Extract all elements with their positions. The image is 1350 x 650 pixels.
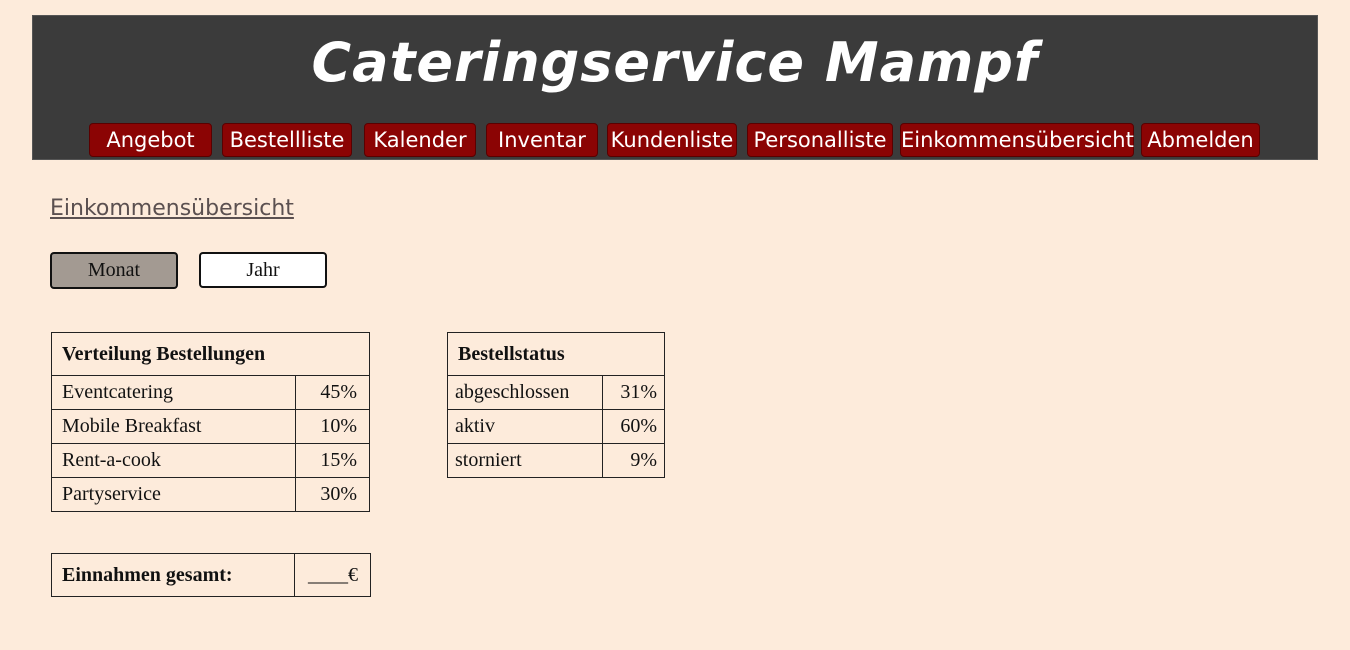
row-value: 10% bbox=[295, 409, 370, 444]
nav-einkommensuebersicht[interactable]: Einkommensübersicht bbox=[900, 123, 1134, 157]
nav-personalliste[interactable]: Personalliste bbox=[747, 123, 893, 157]
row-label: aktiv bbox=[447, 409, 603, 444]
site-header: Cateringservice Mampf Angebot Bestelllis… bbox=[32, 15, 1318, 160]
table-title: Bestellstatus bbox=[447, 332, 665, 376]
nav-bestellliste[interactable]: Bestellliste bbox=[222, 123, 352, 157]
table-row: Eventcatering 45% bbox=[51, 375, 370, 410]
total-income-value: ____€ bbox=[294, 553, 371, 597]
row-value: 30% bbox=[295, 477, 370, 512]
order-distribution-table: Verteilung Bestellungen Eventcatering 45… bbox=[51, 332, 370, 512]
row-label: abgeschlossen bbox=[447, 375, 603, 410]
nav-inventar[interactable]: Inventar bbox=[486, 123, 598, 157]
row-value: 31% bbox=[602, 375, 665, 410]
row-label: Partyservice bbox=[51, 477, 296, 512]
nav-abmelden[interactable]: Abmelden bbox=[1141, 123, 1260, 157]
table-row: Einnahmen gesamt: ____€ bbox=[51, 553, 371, 597]
table-row: storniert 9% bbox=[447, 443, 665, 478]
table-row: Mobile Breakfast 10% bbox=[51, 409, 370, 444]
table-header-row: Verteilung Bestellungen bbox=[51, 332, 370, 376]
row-value: 15% bbox=[295, 443, 370, 478]
month-toggle-button[interactable]: Monat bbox=[50, 252, 178, 289]
row-value: 45% bbox=[295, 375, 370, 410]
total-income-label: Einnahmen gesamt: bbox=[51, 553, 295, 597]
order-status-table: Bestellstatus abgeschlossen 31% aktiv 60… bbox=[447, 332, 665, 478]
row-value: 60% bbox=[602, 409, 665, 444]
row-label: Rent-a-cook bbox=[51, 443, 296, 478]
row-label: Eventcatering bbox=[51, 375, 296, 410]
table-header-row: Bestellstatus bbox=[447, 332, 665, 376]
table-title: Verteilung Bestellungen bbox=[51, 332, 370, 376]
table-row: Rent-a-cook 15% bbox=[51, 443, 370, 478]
nav-angebot[interactable]: Angebot bbox=[89, 123, 212, 157]
row-label: storniert bbox=[447, 443, 603, 478]
nav-kundenliste[interactable]: Kundenliste bbox=[607, 123, 737, 157]
main-nav: Angebot Bestellliste Kalender Inventar K… bbox=[33, 16, 1317, 159]
table-row: aktiv 60% bbox=[447, 409, 665, 444]
total-income-table: Einnahmen gesamt: ____€ bbox=[51, 553, 371, 597]
year-toggle-button[interactable]: Jahr bbox=[199, 252, 327, 288]
table-row: Partyservice 30% bbox=[51, 477, 370, 512]
row-label: Mobile Breakfast bbox=[51, 409, 296, 444]
row-value: 9% bbox=[602, 443, 665, 478]
table-row: abgeschlossen 31% bbox=[447, 375, 665, 410]
nav-kalender[interactable]: Kalender bbox=[364, 123, 476, 157]
page-title[interactable]: Einkommensübersicht bbox=[50, 196, 294, 221]
